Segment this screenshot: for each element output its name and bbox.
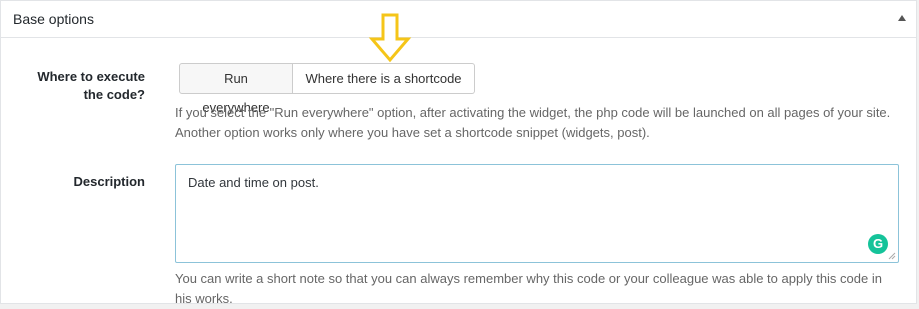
triangle-up-icon[interactable] <box>898 15 906 21</box>
description-value: Date and time on post. <box>188 175 319 190</box>
resize-handle-icon[interactable] <box>888 252 896 260</box>
panel-title: Base options <box>13 11 94 27</box>
panel-header[interactable]: Base options <box>1 1 916 38</box>
description-label: Description <box>73 174 145 189</box>
down-arrow-icon <box>368 13 412 63</box>
grammarly-icon[interactable]: G <box>868 234 888 254</box>
description-help-text: You can write a short note so that you c… <box>175 271 882 306</box>
base-options-panel: Base options Where to execute the code? … <box>0 0 917 306</box>
run-everywhere-button[interactable]: Run everywhere <box>179 63 293 115</box>
description-textarea[interactable]: Date and time on post. G <box>175 164 899 263</box>
execute-button-group: Run everywhere Where there is a shortcod… <box>179 63 475 115</box>
shortcode-button[interactable]: Where there is a shortcode <box>293 63 475 94</box>
execute-label: Where to execute the code? <box>37 69 145 102</box>
execute-help-text: If you select the "Run everywhere" optio… <box>175 105 891 140</box>
